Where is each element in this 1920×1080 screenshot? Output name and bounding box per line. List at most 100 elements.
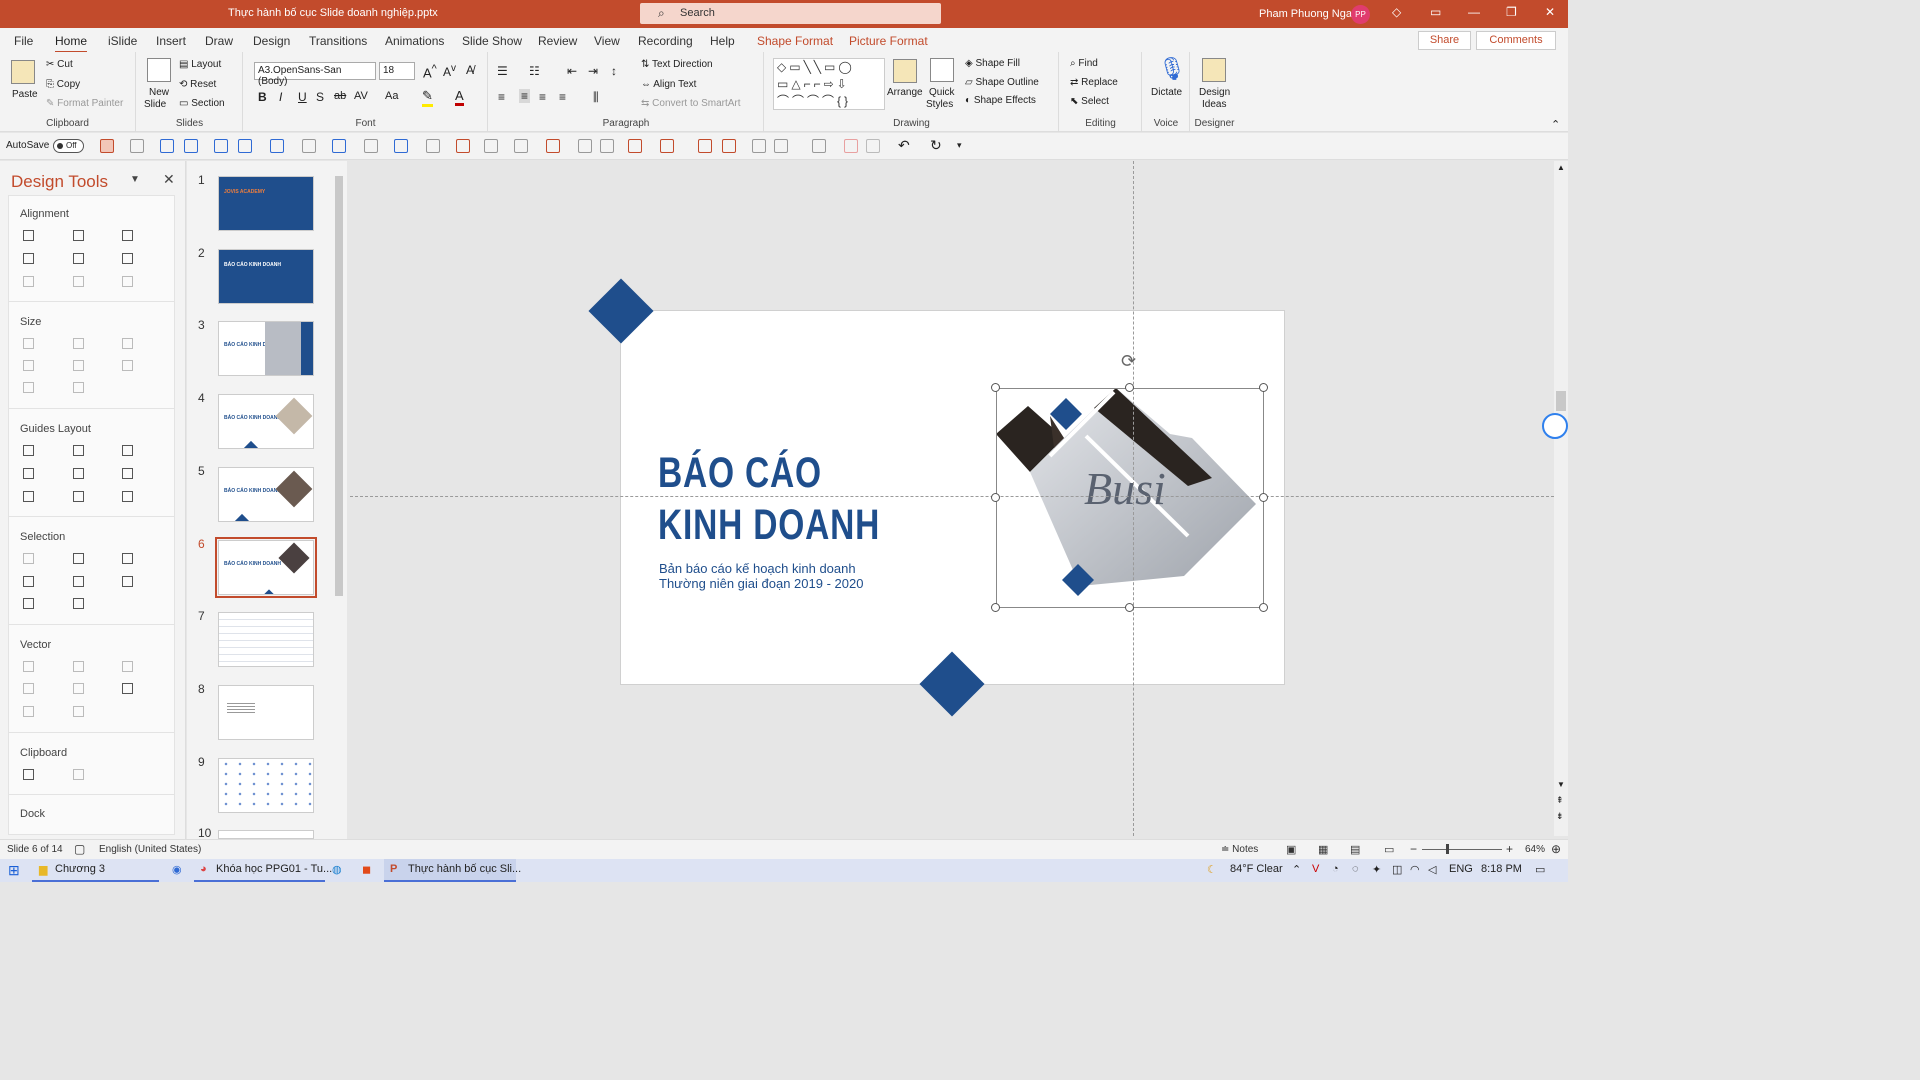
distribute-h-icon[interactable] [23, 276, 34, 287]
resize-handle[interactable] [991, 493, 1000, 502]
tab-shape-format[interactable]: Shape Format [757, 34, 833, 48]
tab-slide-show[interactable]: Slide Show [462, 34, 522, 48]
guide-top-icon[interactable] [23, 468, 34, 479]
tray-v-icon[interactable]: V [1312, 863, 1319, 875]
distribute-v-icon[interactable] [73, 276, 84, 287]
toolbar-icon-10[interactable] [660, 139, 674, 153]
eyedropper-icon-3[interactable] [426, 139, 440, 153]
tray-chevron-icon[interactable]: ⌃ [1292, 863, 1301, 876]
same-size-icon[interactable] [122, 338, 133, 349]
zoom-in-icon[interactable]: + [1506, 842, 1513, 856]
same-height-icon[interactable] [73, 338, 84, 349]
guide-height-icon[interactable] [73, 491, 84, 502]
align-right-tool-icon[interactable] [122, 230, 133, 241]
align-center-icon[interactable]: ≡ [519, 89, 531, 103]
tab-transitions[interactable]: Transitions [309, 34, 367, 48]
tab-animations[interactable]: Animations [385, 34, 444, 48]
zoom-level[interactable]: 64% [1525, 844, 1545, 855]
slide-thumbnail-5[interactable]: BÁO CÁO KINH DOANH [218, 467, 314, 522]
size-bottom-icon[interactable] [73, 382, 84, 393]
vector-edit-points-icon[interactable] [122, 683, 133, 694]
replace-button[interactable]: ⇄ Replace [1070, 77, 1118, 88]
rotate-handle-icon[interactable]: ⟳ [1121, 351, 1136, 372]
paste-icon[interactable] [11, 60, 35, 84]
quick-styles-label-2[interactable]: Styles [926, 99, 953, 110]
layout-button[interactable]: ▤ Layout [179, 59, 221, 70]
search-box[interactable]: ⌕ Search [640, 3, 941, 24]
canvas-scrollbar[interactable]: ▲ ▼ ⇞ ⇟ [1542, 161, 1568, 836]
shape-effects-button[interactable]: ◐ Shape Effects [965, 95, 1036, 106]
toolbar-icon-9[interactable] [628, 139, 642, 153]
slide-thumbnail-2[interactable]: BÁO CÁO KINH DOANH [218, 249, 314, 304]
pane-options-icon[interactable]: ▼ [130, 174, 140, 185]
align-left-tool-icon[interactable] [23, 230, 34, 241]
crop-icon[interactable] [578, 139, 592, 153]
vector-fragment-icon[interactable] [122, 661, 133, 672]
line-spacing-icon[interactable]: ↕ [611, 64, 617, 78]
reading-view-icon[interactable]: ▤ [1350, 843, 1360, 856]
select-group-icon[interactable] [122, 553, 133, 564]
tab-recording[interactable]: Recording [638, 34, 693, 48]
new-slide-label[interactable]: New [149, 87, 169, 98]
customize-qat-icon[interactable]: ▾ [957, 140, 962, 151]
normal-view-icon[interactable]: ▣ [1286, 843, 1296, 856]
tray-icon-1[interactable]: ◔ [1332, 863, 1339, 875]
zoom-slider[interactable] [1422, 849, 1502, 850]
resize-handle[interactable] [1259, 383, 1268, 392]
pane-close-icon[interactable]: ✕ [163, 171, 175, 188]
highlight-icon[interactable]: ✎ [422, 88, 433, 107]
wifi-icon[interactable]: ◠ [1410, 863, 1420, 876]
toolbar-icon-8[interactable] [514, 139, 528, 153]
taskbar-app-chrome[interactable]: ◕ Khóa học PPG01 - Tu... [194, 859, 332, 882]
tab-design[interactable]: Design [253, 34, 290, 48]
shrink-font-icon[interactable]: Av [443, 63, 456, 79]
language-status[interactable]: English (United States) [99, 844, 201, 855]
guide-right-icon[interactable] [122, 445, 133, 456]
toolbar-icon-13[interactable] [812, 139, 826, 153]
resize-handle[interactable] [1125, 383, 1134, 392]
undo-icon[interactable]: ↶ [898, 137, 910, 154]
shapes-gallery[interactable]: ◇▭╲╲▭◯ ▭△⌐⌐⇨⇩ ⌒⌒⌒⌒{} [773, 58, 885, 110]
slide-thumbnail-4[interactable]: BÁO CÁO KINH DOANH [218, 394, 314, 449]
tab-home[interactable]: Home [55, 34, 88, 53]
font-size-select[interactable]: 18 [379, 62, 415, 80]
collapse-ribbon-icon[interactable]: ⌃ [1551, 118, 1560, 131]
select-same-icon[interactable] [23, 553, 34, 564]
redo-icon[interactable]: ↻ [930, 137, 942, 154]
toolbar-icon-7[interactable] [484, 139, 498, 153]
layers-icon[interactable] [698, 139, 712, 153]
guide-width-icon[interactable] [23, 491, 34, 502]
quick-styles-label-1[interactable]: Quick [929, 87, 955, 98]
weather-icon[interactable]: ☾ [1207, 863, 1217, 876]
toolbar-icon-11[interactable] [752, 139, 766, 153]
toolbar-icon-4[interactable] [184, 139, 198, 153]
copy-button[interactable]: ⎘ Copy [46, 79, 80, 90]
vector-intersect-icon[interactable] [23, 683, 34, 694]
app-icon[interactable]: ◉ [172, 863, 182, 876]
decrease-indent-icon[interactable]: ⇤ [567, 64, 577, 78]
outline-qat-icon[interactable] [394, 139, 408, 153]
align-bottom-tool-icon[interactable] [122, 253, 133, 264]
toolbar-icon-12[interactable] [774, 139, 788, 153]
underline-button[interactable]: U [298, 90, 307, 104]
zoom-slider-knob[interactable] [1446, 844, 1449, 854]
grow-font-icon[interactable]: A^ [423, 63, 437, 80]
arrange-icon[interactable] [893, 59, 917, 83]
section-button[interactable]: ▭ Section [179, 98, 225, 109]
size-right-icon[interactable] [73, 360, 84, 371]
select-button[interactable]: ⬉ Select [1070, 96, 1109, 107]
scroll-up-icon[interactable]: ▲ [1557, 163, 1565, 172]
convert-smartart-button[interactable]: ⇆ Convert to SmartArt [641, 98, 741, 109]
vector-subtract-icon[interactable] [73, 683, 84, 694]
vector-combine-icon[interactable] [73, 661, 84, 672]
format-painter-button[interactable]: ✎ Format Painter [46, 98, 123, 109]
autosave-toggle[interactable]: Off [53, 139, 84, 153]
tab-file[interactable]: File [14, 34, 33, 48]
tab-insert[interactable]: Insert [156, 34, 186, 48]
shape-outline-button[interactable]: ▱ Shape Outline [965, 77, 1039, 88]
slide-title[interactable]: BÁO CÁO KINH DOANH [658, 447, 880, 551]
slide-subtitle[interactable]: Bản báo cáo kế hoạch kinh doanh Thường n… [659, 561, 863, 591]
guide-bottom-icon[interactable] [122, 468, 133, 479]
slide-thumbnail-8[interactable] [218, 685, 314, 740]
font-name-select[interactable]: A3.OpenSans-San (Body) [254, 62, 376, 87]
